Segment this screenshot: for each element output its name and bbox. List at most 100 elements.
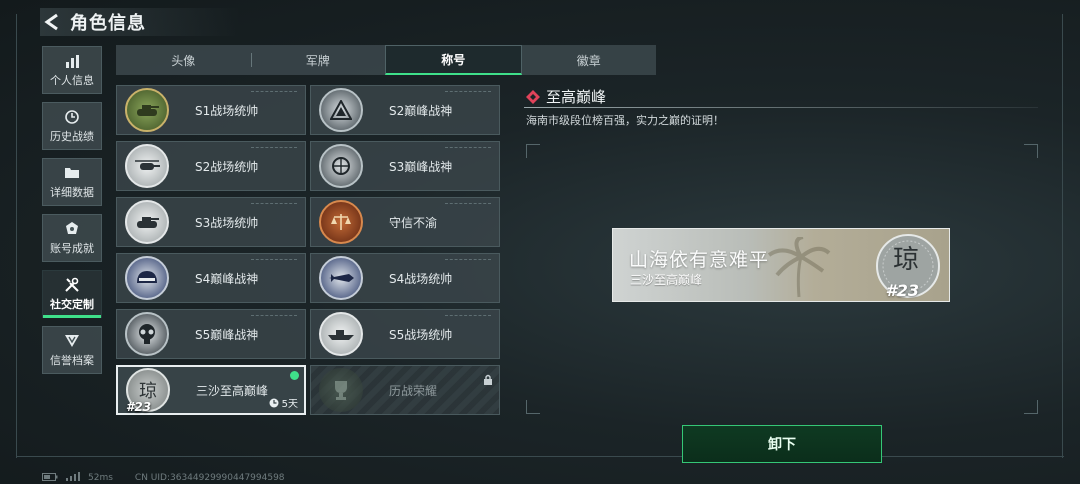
title-name: S1战场统帅 [195, 103, 259, 118]
sidebar-item-achievements[interactable]: 账号成就 [42, 214, 102, 262]
card-decoration [445, 147, 491, 150]
boat-badge-icon [319, 312, 363, 356]
title-name: 历战荣耀 [389, 383, 438, 398]
tools-icon [63, 277, 81, 293]
corner-marker [1024, 144, 1038, 158]
helmet-badge-icon [125, 256, 169, 300]
nameplate-title: 山海依有意难平 [629, 249, 770, 271]
nameplate-subtitle: 三沙至高巅峰 [630, 273, 703, 287]
remaining-time-text: 5天 [281, 399, 298, 410]
trophy-badge-icon [319, 368, 363, 412]
missile-badge-icon [319, 256, 363, 300]
shield-icon [63, 333, 81, 349]
card-decoration [251, 91, 297, 94]
unequip-button[interactable]: 卸下 [682, 425, 882, 463]
title-card-selected[interactable]: 琼 #23 三沙至高巅峰 5天 [116, 365, 306, 415]
lock-icon [483, 371, 493, 390]
title-name: S3战场统帅 [195, 215, 259, 230]
tank-badge-icon [125, 88, 169, 132]
sidebar-item-label: 个人信息 [50, 73, 94, 87]
sidebar-item-label: 社交定制 [50, 297, 94, 311]
title-name: 守信不渝 [389, 215, 438, 230]
bar-chart-icon [63, 53, 81, 69]
title-name: 三沙至高巅峰 [196, 383, 269, 398]
clock-icon [269, 398, 279, 407]
title-card-locked[interactable]: 历战荣耀 [310, 365, 500, 415]
ping-text: 52ms [88, 473, 113, 483]
sidebar-item-credit[interactable]: 信誉档案 [42, 326, 102, 374]
frame-right-line [1062, 14, 1063, 458]
frame-bottom-line [16, 456, 1064, 457]
sidebar-item-label: 详细数据 [50, 185, 94, 199]
detail-description: 海南市级段位榜百强，实力之巅的证明！ [526, 114, 724, 127]
gasmask-badge-icon [125, 312, 169, 356]
uid-text: CN UID:36344929990447994598 [134, 473, 285, 483]
detail-title: 至高巅峰 [546, 88, 607, 106]
tank-badge-icon [125, 200, 169, 244]
palm-tree-icon [767, 237, 831, 298]
title-card[interactable]: S5巅峰战神 [116, 309, 306, 359]
card-decoration [251, 147, 297, 150]
card-decoration [251, 315, 297, 318]
title-card[interactable]: 守信不渝 [310, 197, 500, 247]
emblem-text: 琼 [893, 245, 920, 275]
tab-badge[interactable]: 徽章 [522, 45, 657, 75]
battery-icon [42, 472, 58, 484]
title-name: S5战场统帅 [389, 327, 453, 342]
scales-badge-icon [319, 200, 363, 244]
corner-marker [526, 144, 540, 158]
title-card[interactable]: S3巅峰战神 [310, 141, 500, 191]
sidebar-item-label: 账号成就 [50, 241, 94, 255]
detail-divider [524, 107, 1038, 108]
title-card[interactable]: S4战场统帅 [310, 253, 500, 303]
title-card[interactable]: S4巅峰战神 [116, 253, 306, 303]
title-name: S5巅峰战神 [195, 327, 259, 342]
card-decoration [251, 203, 297, 206]
frame-left-line [16, 14, 17, 458]
folder-icon [63, 165, 81, 181]
tab-title[interactable]: 称号 [385, 45, 522, 75]
title-card[interactable]: S2巅峰战神 [310, 85, 500, 135]
title-card[interactable]: S2战场统帅 [116, 141, 306, 191]
title-name: S4战场统帅 [389, 271, 453, 286]
title-name: S3巅峰战神 [389, 159, 453, 174]
status-footer: 52ms CN UID:36344929990447994598 [42, 472, 293, 484]
title-card[interactable]: S5战场统帅 [310, 309, 500, 359]
equipped-dot [290, 371, 299, 380]
medal-icon [63, 221, 81, 237]
nameplate-number: #23 [885, 281, 919, 300]
title-grid: S1战场统帅 S2巅峰战神 S2战场统帅 S3巅峰战神 S3战场统帅 守信不渝 [116, 85, 500, 415]
card-decoration [445, 315, 491, 318]
sidebar-item-personal-info[interactable]: 个人信息 [42, 46, 102, 94]
tab-bar: 头像 军牌 称号 徽章 [116, 45, 656, 75]
sidebar-item-detailed-data[interactable]: 详细数据 [42, 158, 102, 206]
tab-military-tag[interactable]: 军牌 [250, 45, 386, 75]
sidebar: 个人信息 历史战绩 详细数据 账号成就 社交定制 信誉档案 [42, 46, 102, 382]
signal-icon [66, 472, 80, 484]
title-name: S2巅峰战神 [389, 103, 453, 118]
title-card[interactable]: S1战场统帅 [116, 85, 306, 135]
corner-marker [1024, 400, 1038, 414]
active-indicator [43, 315, 101, 318]
sidebar-item-label: 历史战绩 [50, 129, 94, 143]
card-decoration [445, 91, 491, 94]
card-decoration [251, 259, 297, 262]
corner-marker [526, 400, 540, 414]
globe-badge-icon [319, 144, 363, 188]
title-nameplate-preview: 山海依有意难平 三沙至高巅峰 琼 #23 [612, 228, 950, 302]
page-title: 角色信息 [70, 13, 146, 34]
remaining-time: 5天 [269, 395, 298, 410]
sidebar-item-social-custom[interactable]: 社交定制 [42, 270, 102, 318]
tab-avatar[interactable]: 头像 [116, 45, 251, 75]
triangle-badge-icon [319, 88, 363, 132]
card-decoration [445, 259, 491, 262]
sidebar-item-history[interactable]: 历史战绩 [42, 102, 102, 150]
title-name: S2战场统帅 [195, 159, 259, 174]
back-arrow-icon[interactable] [40, 11, 62, 33]
diamond-icon [526, 89, 540, 104]
helicopter-badge-icon [125, 144, 169, 188]
sidebar-item-label: 信誉档案 [50, 353, 94, 367]
header: 角色信息 [40, 8, 240, 36]
title-card[interactable]: S3战场统帅 [116, 197, 306, 247]
card-decoration [445, 203, 491, 206]
